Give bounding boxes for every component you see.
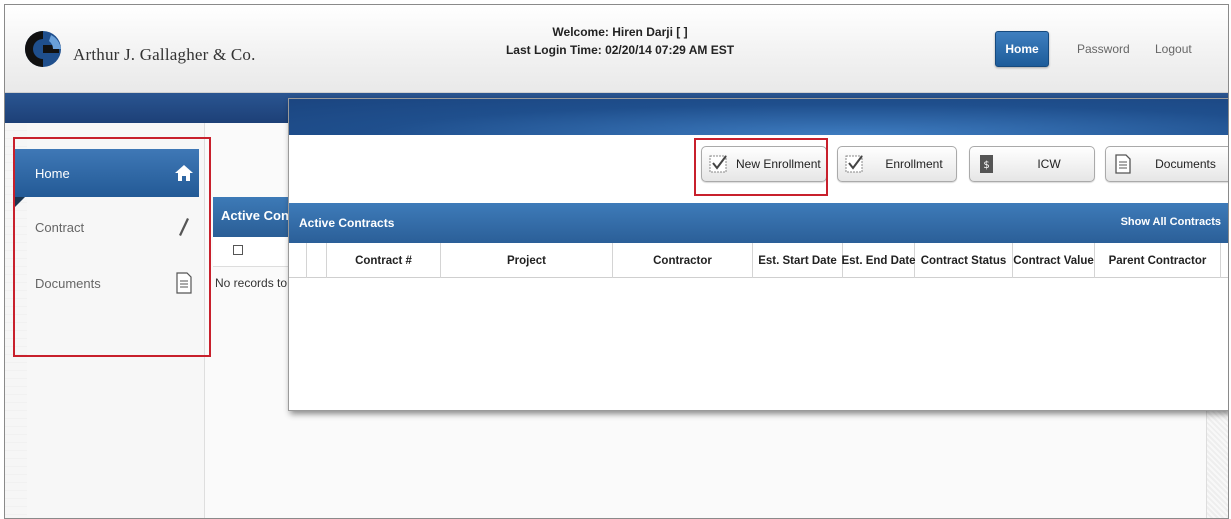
contracts-table-header: Contract # Project Contractor Est. Start… (289, 243, 1228, 278)
column-est-end-date[interactable]: Est. End Date (841, 243, 916, 278)
brand-name: Arthur J. Gallagher & Co. (73, 45, 256, 64)
dollar-document-icon: $ (980, 155, 993, 173)
button-label: Documents (1155, 157, 1216, 171)
checklist-icon (845, 155, 863, 173)
contracts-overlay-panel: New Enrollment Enrollment $ ICW Document… (288, 98, 1228, 411)
svg-text:$: $ (983, 160, 989, 171)
background-table-title: Active Cont (213, 197, 293, 237)
document-icon (1115, 154, 1131, 174)
last-login-text: Last Login Time: 02/20/14 07:29 AM EST (505, 43, 735, 57)
column-project[interactable]: Project (441, 243, 613, 278)
sidebar-item-label: Documents (35, 275, 101, 291)
table-header-cell (289, 243, 307, 278)
new-enrollment-highlight-box (694, 138, 828, 196)
header: Arthur J. Gallagher & Co. Welcome: Hiren… (5, 5, 1228, 93)
background-no-records-text: No records to (215, 276, 288, 290)
documents-button[interactable]: Documents (1105, 146, 1228, 182)
table-header-cell (307, 243, 327, 278)
sidebar-item-label: Home (35, 165, 70, 181)
home-icon (169, 163, 199, 183)
column-contract-value[interactable]: Contract Value (1013, 243, 1095, 278)
welcome-text: Welcome: Hiren Darji [ ] (552, 25, 688, 39)
column-contract-number[interactable]: Contract # (327, 243, 441, 278)
active-contracts-title: Active Contracts (299, 216, 395, 230)
enrollment-button[interactable]: Enrollment (837, 146, 957, 182)
background-table-header (213, 237, 293, 267)
show-all-contracts-link[interactable]: Show All Contracts (1121, 216, 1221, 228)
column-est-start-date[interactable]: Est. Start Date (753, 243, 843, 278)
select-all-checkbox[interactable] (233, 245, 243, 255)
column-parent-contractor[interactable]: Parent Contractor (1095, 243, 1221, 278)
sidebar-item-home[interactable]: Home (13, 149, 199, 209)
button-label: ICW (1037, 157, 1061, 171)
column-contractor[interactable]: Contractor (613, 243, 753, 278)
column-contract-status[interactable]: Contract Status (915, 243, 1013, 278)
app-frame: Arthur J. Gallagher & Co. Welcome: Hiren… (4, 4, 1229, 519)
nav-password-link[interactable]: Password (1077, 42, 1130, 56)
sidebar-item-label: Contract (35, 219, 85, 235)
nav-home-button[interactable]: Home (995, 31, 1049, 67)
pencil-icon (169, 216, 199, 238)
nav-logout-link[interactable]: Logout (1155, 42, 1192, 56)
document-icon (169, 272, 199, 294)
welcome-info: Welcome: Hiren Darji [ ] Last Login Time… (435, 23, 805, 59)
sidebar-item-documents[interactable]: Documents (13, 259, 199, 307)
active-contracts-bar: Active Contracts Show All Contracts (289, 203, 1228, 243)
overlay-header-band (289, 99, 1228, 135)
sidebar-item-contract[interactable]: Contract (13, 203, 199, 251)
button-label: Enrollment (885, 157, 943, 171)
company-logo-icon (25, 31, 61, 67)
icw-button[interactable]: $ ICW (969, 146, 1095, 182)
